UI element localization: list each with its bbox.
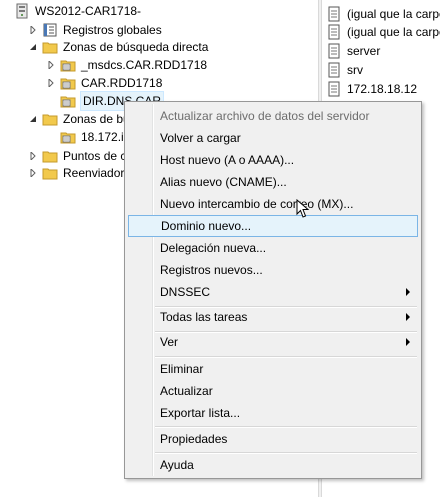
menu-item-label: Eliminar bbox=[160, 362, 204, 376]
folder-icon bbox=[42, 39, 58, 55]
menu-item-export-list[interactable]: Exportar lista... bbox=[128, 402, 418, 424]
tree-node-trust-points[interactable]: Puntos de c bbox=[28, 147, 126, 165]
list-item[interactable]: (igual que la carpe bbox=[326, 22, 440, 41]
menu-item-help[interactable]: Ayuda bbox=[128, 454, 418, 476]
folder-icon bbox=[42, 148, 58, 164]
tree-label: CAR.RDD1718 bbox=[81, 76, 163, 90]
expand-arrow-icon[interactable] bbox=[28, 21, 38, 39]
tree-label: Reenviadore bbox=[63, 166, 132, 180]
menu-item-label: Volver a cargar bbox=[160, 131, 241, 145]
list-item-label: srv bbox=[347, 62, 363, 77]
menu-item-label: Propiedades bbox=[160, 432, 228, 446]
menu-item-label: Todas las tareas bbox=[160, 310, 248, 324]
menu-item-label: Ayuda bbox=[160, 458, 194, 472]
menu-item-label: Ver bbox=[160, 335, 179, 349]
zone-folder-icon bbox=[60, 93, 76, 109]
tree-node-server[interactable]: WS2012-CAR1718- bbox=[14, 2, 141, 20]
zone-folder-icon bbox=[60, 129, 76, 145]
menu-item-label: Registros nuevos... bbox=[160, 263, 263, 277]
tree-node-forward-zones[interactable]: Zonas de búsqueda directa bbox=[28, 38, 208, 56]
collapse-arrow-icon[interactable] bbox=[28, 38, 38, 56]
menu-item-all-tasks[interactable]: Todas las tareas bbox=[128, 306, 418, 328]
submenu-arrow-icon bbox=[406, 338, 410, 346]
list-item[interactable]: server bbox=[326, 41, 380, 60]
tree-node-car-zone[interactable]: CAR.RDD1718 bbox=[46, 74, 162, 92]
collapse-arrow-icon[interactable] bbox=[28, 110, 38, 128]
tree-label: Puntos de c bbox=[63, 149, 127, 163]
menu-item-new-delegation[interactable]: Delegación nueva... bbox=[128, 237, 418, 259]
expand-arrow-icon[interactable] bbox=[28, 164, 38, 182]
expand-arrow-icon[interactable] bbox=[46, 74, 56, 92]
menu-item-new-records[interactable]: Registros nuevos... bbox=[128, 259, 418, 281]
menu-item-new-alias[interactable]: Alias nuevo (CNAME)... bbox=[128, 171, 418, 193]
menu-item-properties[interactable]: Propiedades bbox=[128, 428, 418, 450]
tree-label: 18.172.in bbox=[81, 130, 131, 144]
submenu-arrow-icon bbox=[406, 313, 410, 321]
list-item[interactable]: srv bbox=[326, 60, 363, 79]
tree-node-reverse-zone[interactable]: 18.172.in bbox=[60, 128, 130, 146]
menu-item-new-host[interactable]: Host nuevo (A o AAAA)... bbox=[128, 149, 418, 171]
menu-item-update-server-data-file: Actualizar archivo de datos del servidor bbox=[128, 105, 418, 127]
list-item[interactable]: 172.18.18.12 bbox=[326, 79, 417, 98]
server-icon bbox=[14, 3, 30, 19]
menu-item-view[interactable]: Ver bbox=[128, 331, 418, 353]
tree-label: Zonas de búsqueda directa bbox=[63, 40, 209, 54]
menu-item-new-domain[interactable]: Dominio nuevo... bbox=[128, 215, 418, 237]
menu-item-new-mail-exchanger[interactable]: Nuevo intercambio de correo (MX)... bbox=[128, 193, 418, 215]
menu-item-label: Actualizar archivo de datos del servidor bbox=[160, 109, 370, 123]
menu-item-label: DNSSEC bbox=[160, 285, 211, 299]
tree-label: Zonas de bu bbox=[63, 112, 130, 126]
expand-arrow-icon[interactable] bbox=[46, 56, 56, 74]
menu-item-label: Exportar lista... bbox=[160, 406, 241, 420]
menu-item-refresh[interactable]: Actualizar bbox=[128, 380, 418, 402]
record-icon bbox=[326, 62, 342, 78]
list-item-label: server bbox=[347, 43, 381, 58]
record-icon bbox=[326, 81, 342, 97]
menu-item-dnssec[interactable]: DNSSEC bbox=[128, 281, 418, 303]
list-item[interactable]: (igual que la carpe bbox=[326, 4, 440, 23]
list-item-label: (igual que la carpe bbox=[347, 6, 440, 21]
expand-arrow-icon[interactable] bbox=[28, 147, 38, 165]
record-icon bbox=[326, 24, 342, 40]
menu-item-label: Alias nuevo (CNAME)... bbox=[160, 175, 287, 189]
menu-item-label: Nuevo intercambio de correo (MX)... bbox=[160, 197, 354, 211]
tree-label: _msdcs.CAR.RDD1718 bbox=[81, 58, 208, 72]
list-item-label: 172.18.18.12 bbox=[347, 81, 418, 96]
menu-item-label: Delegación nueva... bbox=[160, 241, 267, 255]
tree-node-forwarders[interactable]: Reenviadore bbox=[28, 164, 131, 182]
menu-item-label: Actualizar bbox=[160, 384, 213, 398]
mouse-cursor-icon bbox=[296, 198, 310, 219]
context-menu[interactable]: Actualizar archivo de datos del servidor… bbox=[124, 101, 422, 479]
folder-icon bbox=[42, 111, 58, 127]
tree-label: WS2012-CAR1718- bbox=[35, 4, 142, 18]
list-item-label: (igual que la carpe bbox=[347, 24, 440, 39]
menu-item-reload[interactable]: Volver a cargar bbox=[128, 127, 418, 149]
tree-node-msdcs-zone[interactable]: _msdcs.CAR.RDD1718 bbox=[46, 56, 207, 74]
tree-node-global-logs[interactable]: Registros globales bbox=[28, 21, 162, 39]
tree-label: Registros globales bbox=[63, 23, 162, 37]
log-book-icon bbox=[42, 22, 58, 38]
tree-node-reverse-zones[interactable]: Zonas de bu bbox=[28, 110, 130, 128]
submenu-arrow-icon bbox=[406, 288, 410, 296]
menu-item-delete[interactable]: Eliminar bbox=[128, 358, 418, 380]
zone-folder-icon bbox=[60, 75, 76, 91]
folder-icon bbox=[42, 165, 58, 181]
record-icon bbox=[326, 43, 342, 59]
menu-item-label: Dominio nuevo... bbox=[161, 219, 252, 233]
menu-item-label: Host nuevo (A o AAAA)... bbox=[160, 153, 295, 167]
record-icon bbox=[326, 6, 342, 22]
zone-folder-icon bbox=[60, 57, 76, 73]
